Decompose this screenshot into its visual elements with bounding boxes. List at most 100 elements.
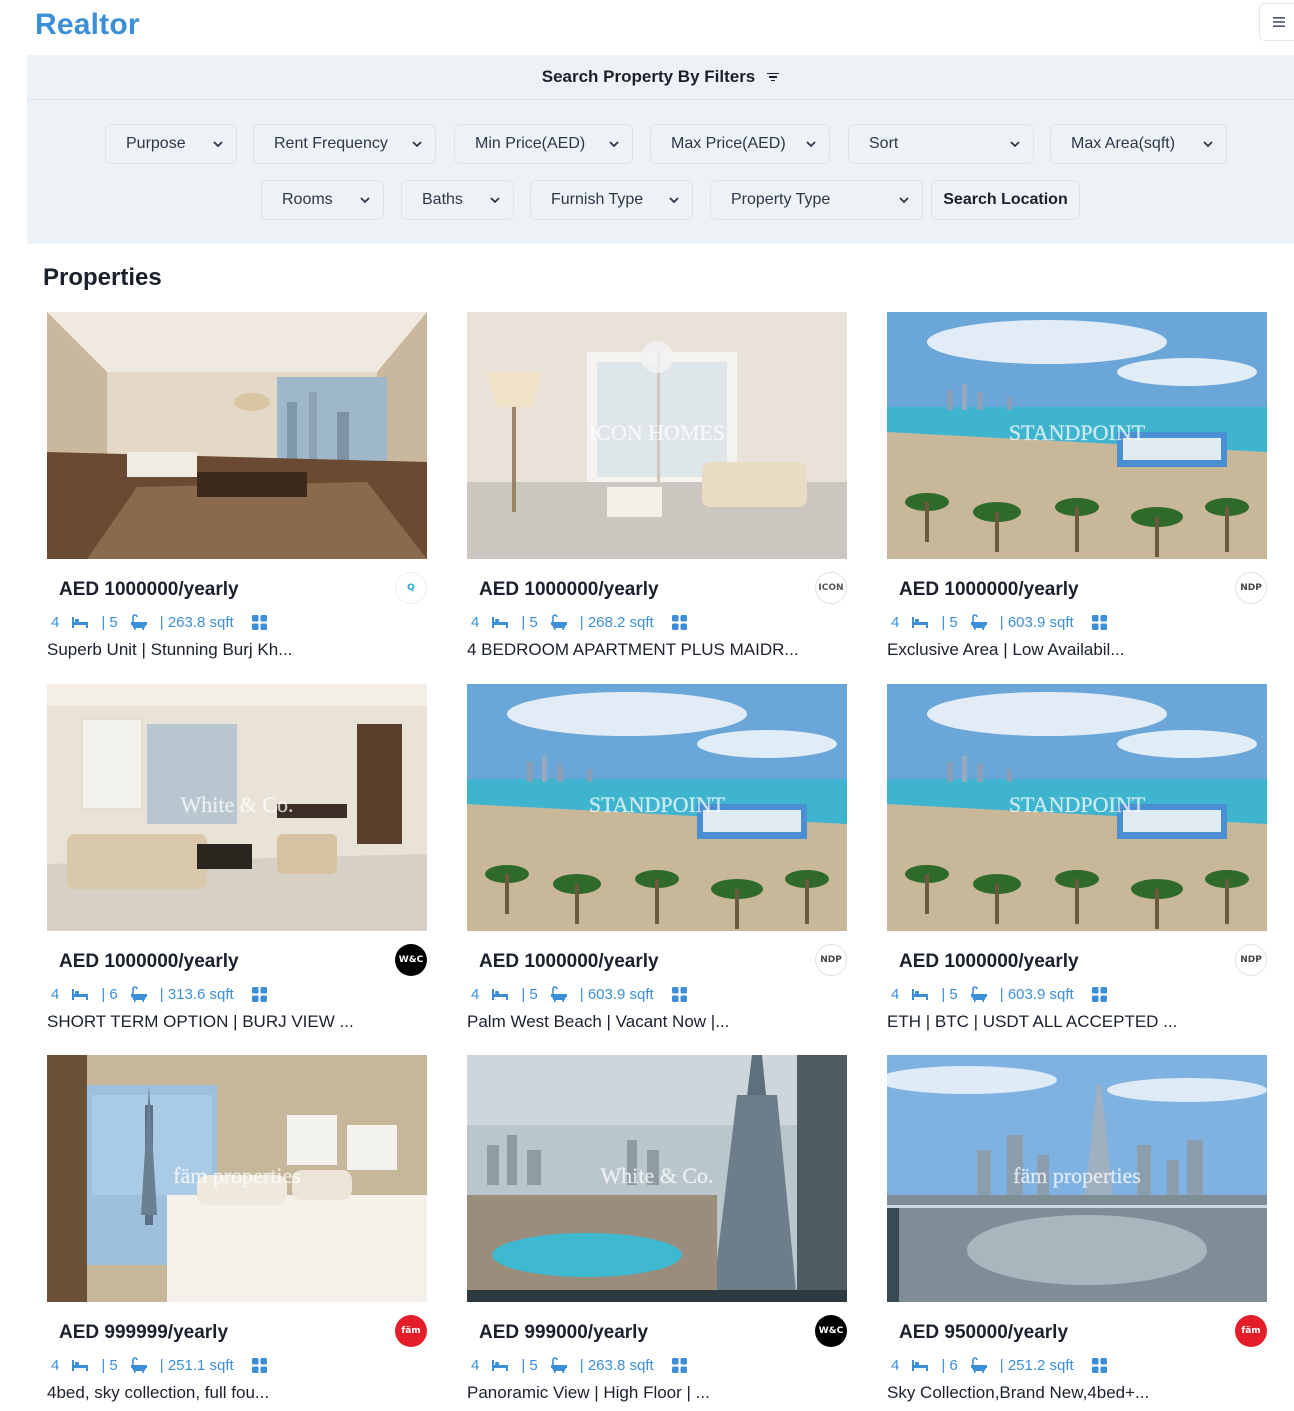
baths-count: | 5 [521, 985, 538, 1003]
max-price-select[interactable]: Max Price(AED) [650, 124, 830, 164]
baths-count: | 5 [941, 985, 958, 1003]
property-card[interactable]: STANDPOINT AED 1000000/yearly NDP NDP 4 … [887, 312, 1267, 672]
rooms-count: 4 [51, 985, 60, 1003]
property-type-select[interactable]: Property Type [710, 180, 923, 220]
search-location-button[interactable]: Search Location [931, 180, 1080, 220]
property-price: AED 1000000/yearly [479, 951, 659, 972]
property-meta: 4 | 5 | 603.9 sqft [891, 612, 1107, 632]
rooms-count: 4 [51, 1356, 60, 1374]
sort-select[interactable]: Sort [848, 124, 1034, 164]
property-photo[interactable]: ICON HOMES [467, 312, 847, 559]
bed-icon [492, 989, 509, 1000]
property-card[interactable]: AED 1000000/yearly Q Q 4 | 5 | 263.8 sqf… [47, 312, 427, 672]
agency-logo: White & Co W&C [815, 1315, 847, 1347]
rooms-count: 4 [51, 613, 60, 631]
property-title[interactable]: Superb Unit | Stunning Burj Kh... [47, 640, 292, 660]
max-area-select[interactable]: Max Area(sqft) [1050, 124, 1227, 164]
baths-count: | 5 [101, 613, 118, 631]
property-photo[interactable]: fäm properties [47, 1055, 427, 1302]
property-card[interactable]: White & Co. AED 1000000/yearly White & C… [47, 684, 427, 1044]
baths-count: | 5 [521, 1356, 538, 1374]
agency-logo: NDP NDP [1235, 944, 1267, 976]
realtor-logo[interactable]: Realtor [35, 8, 140, 42]
bathtub-icon [550, 1357, 567, 1373]
property-title[interactable]: Panoramic View | High Floor | ... [467, 1383, 710, 1403]
property-photo[interactable]: fäm properties [887, 1055, 1267, 1302]
rent-frequency-select[interactable]: Rent Frequency [253, 124, 436, 164]
property-price: AED 1000000/yearly [899, 951, 1079, 972]
menu-button[interactable] [1259, 3, 1294, 41]
property-title[interactable]: 4 BEDROOM APARTMENT PLUS MAIDR... [467, 640, 799, 660]
property-card[interactable]: White & Co. AED 999000/yearly White & Co… [467, 1055, 847, 1411]
property-title[interactable]: SHORT TERM OPTION | BURJ VIEW ... [47, 1012, 354, 1032]
baths-select[interactable]: Baths [401, 180, 514, 220]
bed-icon [912, 617, 929, 628]
property-photo[interactable] [47, 312, 427, 559]
property-card[interactable]: fäm properties AED 950000/yearly fäm fäm… [887, 1055, 1267, 1411]
property-card[interactable]: ICON HOMES AED 1000000/yearly ICON HOMES… [467, 312, 847, 672]
bed-icon [492, 1360, 509, 1371]
property-meta: 4 | 5 | 263.8 sqft [471, 1355, 687, 1375]
area-grid-icon [251, 614, 267, 630]
property-card[interactable]: fäm properties AED 999999/yearly fäm fäm… [47, 1055, 427, 1411]
property-photo[interactable]: White & Co. [467, 1055, 847, 1302]
property-meta: 4 | 5 | 251.1 sqft [51, 1355, 267, 1375]
property-price: AED 1000000/yearly [59, 579, 239, 600]
filter-toggle[interactable]: Search Property By Filters [27, 55, 1294, 100]
property-meta: 4 | 5 | 603.9 sqft [471, 984, 687, 1004]
chevron-down-icon [609, 141, 619, 148]
bathtub-icon [130, 614, 147, 630]
property-price: AED 950000/yearly [899, 1322, 1069, 1343]
area-value: | 603.9 sqft [999, 613, 1074, 631]
rooms-count: 4 [471, 1356, 480, 1374]
bed-icon [72, 617, 89, 628]
rooms-count: 4 [891, 1356, 900, 1374]
baths-count: | 5 [521, 613, 538, 631]
agency-logo: White & Co W&C [395, 944, 427, 976]
area-grid-icon [1091, 614, 1107, 630]
chevron-down-icon [669, 197, 679, 204]
agency-logo: ICON HOMES ICON [815, 572, 847, 604]
area-grid-icon [671, 614, 687, 630]
property-meta: 4 | 5 | 603.9 sqft [891, 984, 1107, 1004]
area-value: | 263.8 sqft [159, 613, 234, 631]
bathtub-icon [550, 614, 567, 630]
chevron-down-icon [806, 141, 816, 148]
svg-text:fäm properties: fäm properties [173, 1163, 301, 1188]
agency-logo: fäm fäm [1235, 1315, 1267, 1347]
baths-count: | 5 [101, 1356, 118, 1374]
property-title[interactable]: Exclusive Area | Low Availabil... [887, 640, 1125, 660]
purpose-select[interactable]: Purpose [105, 124, 237, 164]
property-card[interactable]: STANDPOINT AED 1000000/yearly NDP NDP 4 … [467, 684, 847, 1044]
property-card[interactable]: STANDPOINT AED 1000000/yearly NDP NDP 4 … [887, 684, 1267, 1044]
property-photo[interactable]: White & Co. [47, 684, 427, 931]
property-title[interactable]: Sky Collection,Brand New,4bed+... [887, 1383, 1149, 1403]
filter-panel: Search Property By Filters Purpose Rent … [27, 55, 1294, 244]
property-meta: 4 | 5 | 268.2 sqft [471, 612, 687, 632]
property-photo[interactable]: STANDPOINT [467, 684, 847, 931]
svg-text:White & Co.: White & Co. [600, 1163, 713, 1188]
bathtub-icon [130, 1357, 147, 1373]
rooms-count: 4 [471, 985, 480, 1003]
property-title[interactable]: 4bed, sky collection, full fou... [47, 1383, 269, 1403]
rooms-count: 4 [891, 985, 900, 1003]
bathtub-icon [130, 986, 147, 1002]
property-title[interactable]: Palm West Beach | Vacant Now |... [467, 1012, 729, 1032]
bed-icon [72, 1360, 89, 1371]
top-navbar: Realtor [0, 0, 1294, 55]
property-price: AED 1000000/yearly [479, 579, 659, 600]
property-title[interactable]: ETH | BTC | USDT ALL ACCEPTED ... [887, 1012, 1177, 1032]
min-price-select[interactable]: Min Price(AED) [454, 124, 633, 164]
baths-count: | 6 [941, 1356, 958, 1374]
area-value: | 263.8 sqft [579, 1356, 654, 1374]
rooms-select[interactable]: Rooms [261, 180, 384, 220]
area-grid-icon [1091, 986, 1107, 1002]
furnish-type-select[interactable]: Furnish Type [530, 180, 693, 220]
area-value: | 268.2 sqft [579, 613, 654, 631]
svg-text:White & Co.: White & Co. [180, 792, 293, 817]
bathtub-icon [550, 986, 567, 1002]
area-grid-icon [671, 986, 687, 1002]
property-photo[interactable]: STANDPOINT [887, 312, 1267, 559]
agency-logo: fäm fäm [395, 1315, 427, 1347]
property-photo[interactable]: STANDPOINT [887, 684, 1267, 931]
